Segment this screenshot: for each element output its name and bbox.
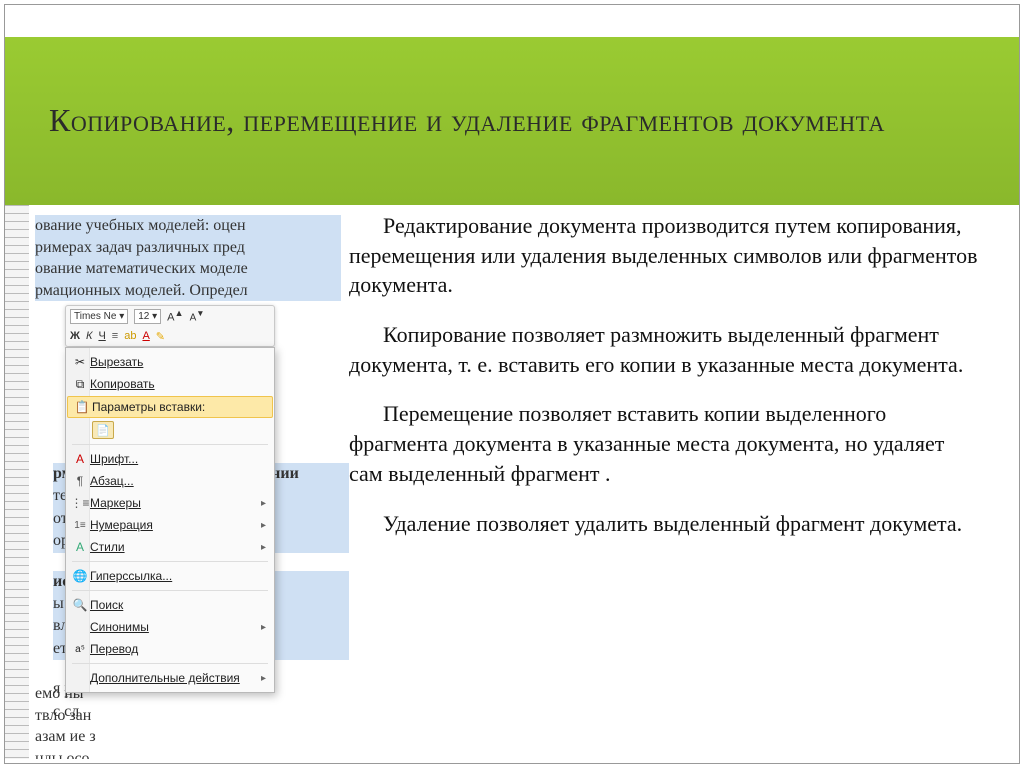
copy-icon: ⧉ bbox=[70, 377, 90, 392]
menu-paste-icon-row[interactable]: 📄 bbox=[66, 419, 274, 441]
body-paragraph: Редактирование документа производится пу… bbox=[349, 211, 983, 300]
bullets-icon: ⋮≡ bbox=[70, 496, 90, 510]
doc-lower-lines: емо ны твло зан азам ие з нды bbox=[29, 683, 349, 759]
search-icon: 🔍 bbox=[70, 598, 90, 612]
underline-icon[interactable]: Ч bbox=[98, 330, 105, 342]
menu-copy[interactable]: ⧉Копировать bbox=[66, 373, 274, 395]
numbering-icon: 1≡ bbox=[70, 520, 90, 531]
mini-toolbar: Times Ne ▾ 12 ▾ A▲ A▼ Ж К Ч ≡ ab A ✎ bbox=[65, 305, 275, 347]
paragraph-icon: ¶ bbox=[70, 474, 90, 488]
word-document-snippet: ование учебных моделей: оцен римерах зад… bbox=[29, 205, 349, 759]
bold-icon[interactable]: Ж bbox=[70, 330, 80, 342]
styles-icon: A bbox=[70, 540, 90, 554]
body-paragraph: Копирование позволяет размножить выделен… bbox=[349, 320, 983, 379]
highlight-icon[interactable]: ab bbox=[124, 330, 136, 342]
menu-numbering[interactable]: 1≡Нумерация▸ bbox=[66, 514, 274, 536]
globe-link-icon: 🌐 bbox=[70, 569, 90, 583]
title-band: Копирование, перемещение и удаление фраг… bbox=[5, 37, 1019, 205]
doc-margin-strip bbox=[5, 205, 29, 759]
paste-option-icon[interactable]: 📄 bbox=[92, 421, 114, 439]
body-paragraph: Удаление позволяет удалить выделенный фр… bbox=[349, 509, 983, 539]
font-size-select[interactable]: 12 ▾ bbox=[134, 309, 161, 324]
doc-line: рмационных моделей. Определ bbox=[35, 280, 341, 302]
menu-font[interactable]: AШрифт... bbox=[66, 448, 274, 470]
menu-synonyms[interactable]: Синонимы▸ bbox=[66, 616, 274, 638]
doc-line: римерах задач различных пред bbox=[35, 237, 341, 259]
slide-body: Редактирование документа производится пу… bbox=[349, 211, 983, 558]
slide-title: Копирование, перемещение и удаление фраг… bbox=[49, 99, 885, 142]
body-paragraph: Перемещение позволяет вставить копии выд… bbox=[349, 399, 983, 488]
menu-paragraph[interactable]: ¶Абзац... bbox=[66, 470, 274, 492]
menu-search[interactable]: 🔍Поиск bbox=[66, 594, 274, 616]
menu-more-actions[interactable]: Дополнительные действия▸ bbox=[66, 667, 274, 689]
italic-icon[interactable]: К bbox=[86, 330, 92, 342]
context-menu: ✂Вырезать ⧉Копировать 📋Параметры вставки… bbox=[65, 347, 275, 693]
translate-icon: a⁵ bbox=[70, 644, 90, 655]
shrink-font-icon[interactable]: A▼ bbox=[190, 308, 205, 323]
doc-line: ование учебных моделей: оцен bbox=[35, 215, 341, 237]
menu-translate[interactable]: a⁵Перевод bbox=[66, 638, 274, 660]
font-icon: A bbox=[70, 452, 90, 466]
menu-separator bbox=[72, 561, 268, 562]
doc-line: ование математических моделе bbox=[35, 258, 341, 280]
slide-frame: Копирование, перемещение и удаление фраг… bbox=[4, 4, 1020, 764]
clipboard-icon: 📋 bbox=[72, 400, 92, 414]
align-icon[interactable]: ≡ bbox=[112, 330, 118, 342]
menu-paste-options[interactable]: 📋Параметры вставки: bbox=[67, 396, 273, 418]
menu-styles[interactable]: AСтили▸ bbox=[66, 536, 274, 558]
menu-bullets[interactable]: ⋮≡Маркеры▸ bbox=[66, 492, 274, 514]
menu-cut[interactable]: ✂Вырезать bbox=[66, 351, 274, 373]
format-painter-icon[interactable]: ✎ bbox=[156, 330, 165, 343]
font-color-icon[interactable]: A bbox=[142, 330, 149, 342]
menu-hyperlink[interactable]: 🌐Гиперссылка... bbox=[66, 565, 274, 587]
menu-separator bbox=[72, 663, 268, 664]
scissors-icon: ✂ bbox=[70, 355, 90, 369]
grow-font-icon[interactable]: A▲ bbox=[167, 308, 183, 324]
menu-separator bbox=[72, 590, 268, 591]
menu-separator bbox=[72, 444, 268, 445]
font-family-select[interactable]: Times Ne ▾ bbox=[70, 309, 128, 324]
